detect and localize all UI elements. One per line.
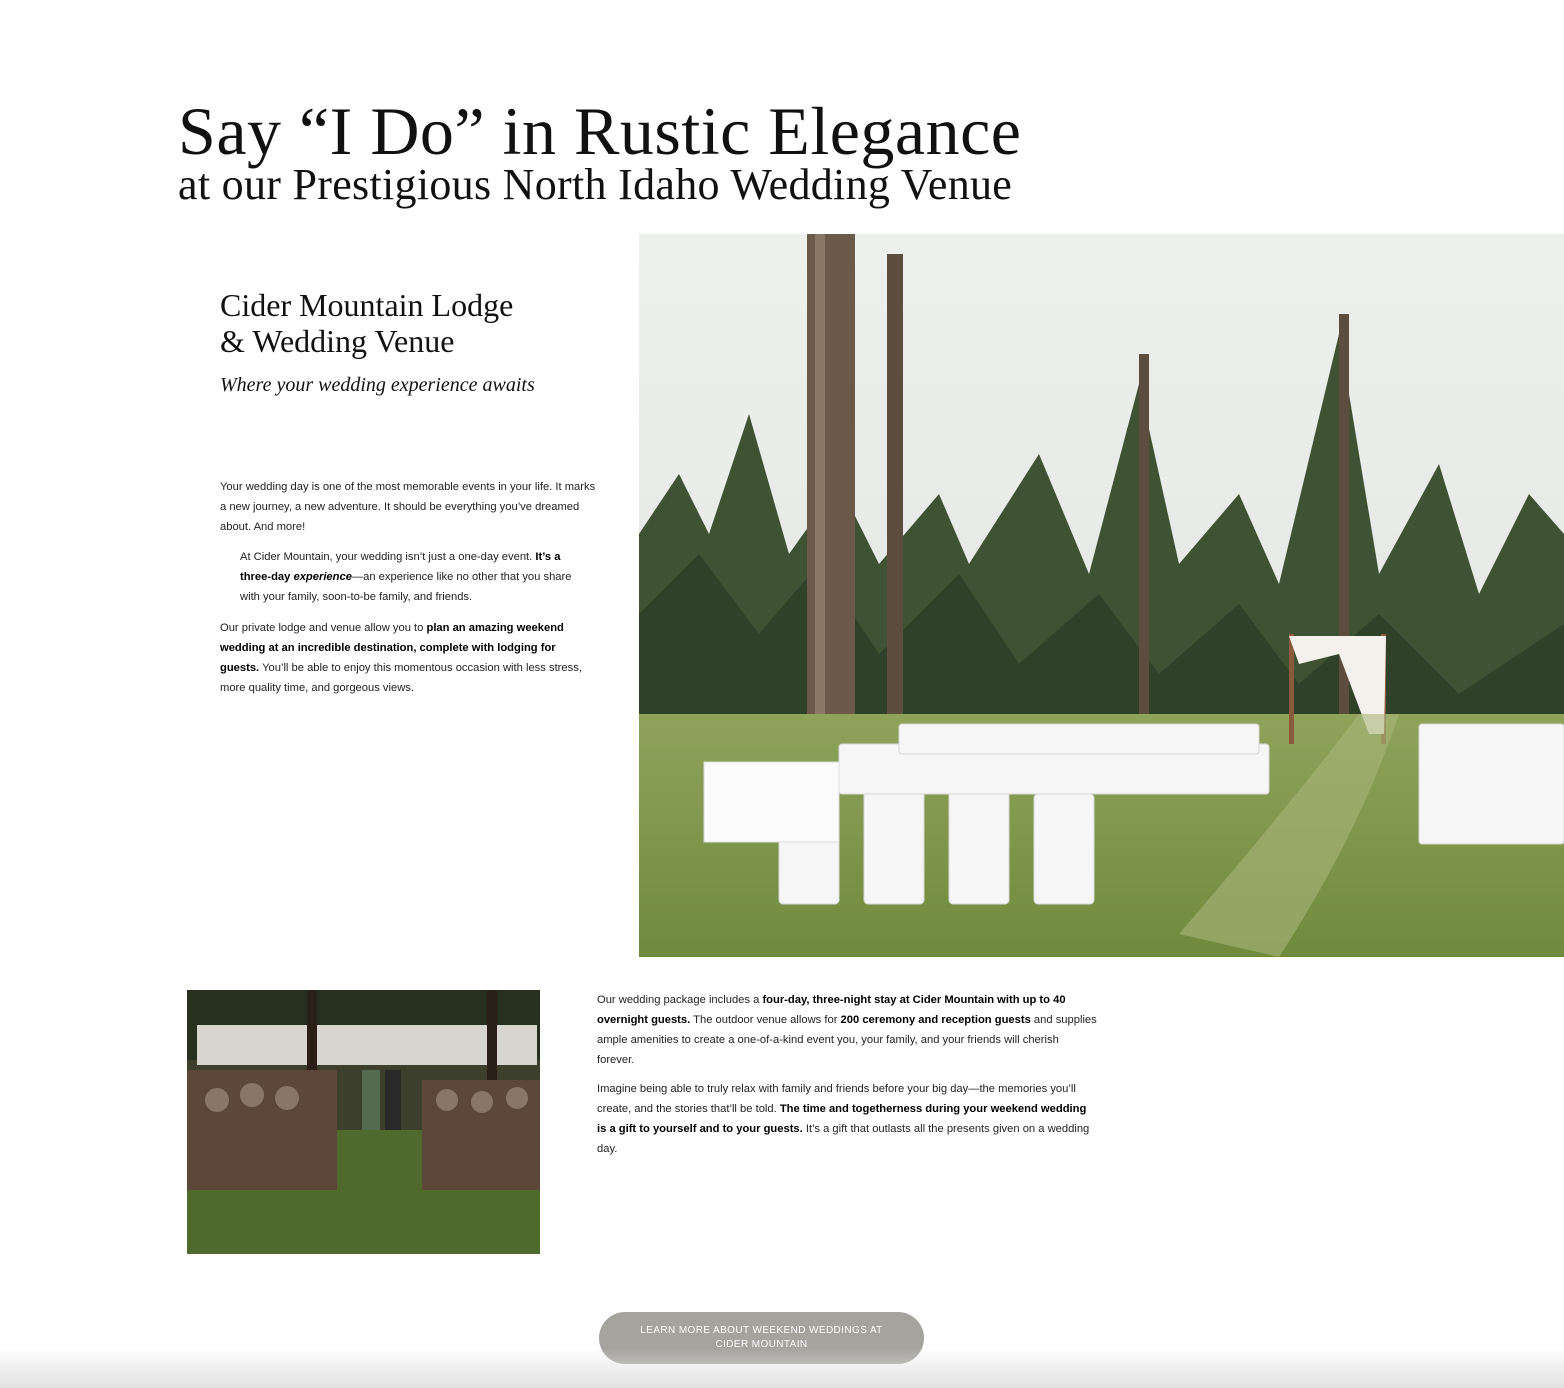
hero-title-line1: Say “I Do” in Rustic Elegance: [178, 93, 1022, 169]
venue-name-heading: Cider Mountain Lodge & Wedding Venue: [220, 287, 513, 359]
p3-text-a: Our private lodge and venue allow you to: [220, 622, 427, 634]
venue-name-line2: & Wedding Venue: [220, 323, 455, 359]
procession-illustration: [187, 990, 540, 1254]
ceremony-setup-photo: [639, 234, 1564, 957]
package-paragraph: Our wedding package includes a four-day,…: [597, 990, 1097, 1070]
intro-paragraph-3: Our private lodge and venue allow you to…: [220, 618, 590, 698]
bottom-fade: [0, 1348, 1564, 1388]
hero-title: Say “I Do” in Rustic Elegance at our Pre…: [178, 92, 1021, 208]
ceremony-procession-photo: [187, 990, 540, 1254]
p4-text-c: The outdoor venue allows for: [690, 1014, 841, 1026]
intro-quote-paragraph: At Cider Mountain, your wedding isn’t ju…: [240, 547, 576, 607]
hero-title-line2: at our Prestigious North Idaho Wedding V…: [178, 160, 1013, 209]
p4-text-a: Our wedding package includes a: [597, 994, 763, 1006]
tagline: Where your wedding experience awaits: [220, 374, 535, 396]
ceremony-setup-illustration: [639, 234, 1564, 957]
p2-text-a: At Cider Mountain, your wedding isn’t ju…: [240, 551, 536, 563]
intro-paragraph-1: Your wedding day is one of the most memo…: [220, 481, 596, 533]
p4-text-d: 200 ceremony and reception guests: [840, 1014, 1031, 1026]
p2-italic-experience: experience: [293, 571, 352, 583]
togetherness-paragraph: Imagine being able to truly relax with f…: [597, 1079, 1097, 1159]
p3-text-c: You’ll be able to enjoy this momentous o…: [220, 662, 582, 694]
venue-name-line1: Cider Mountain Lodge: [220, 287, 514, 323]
